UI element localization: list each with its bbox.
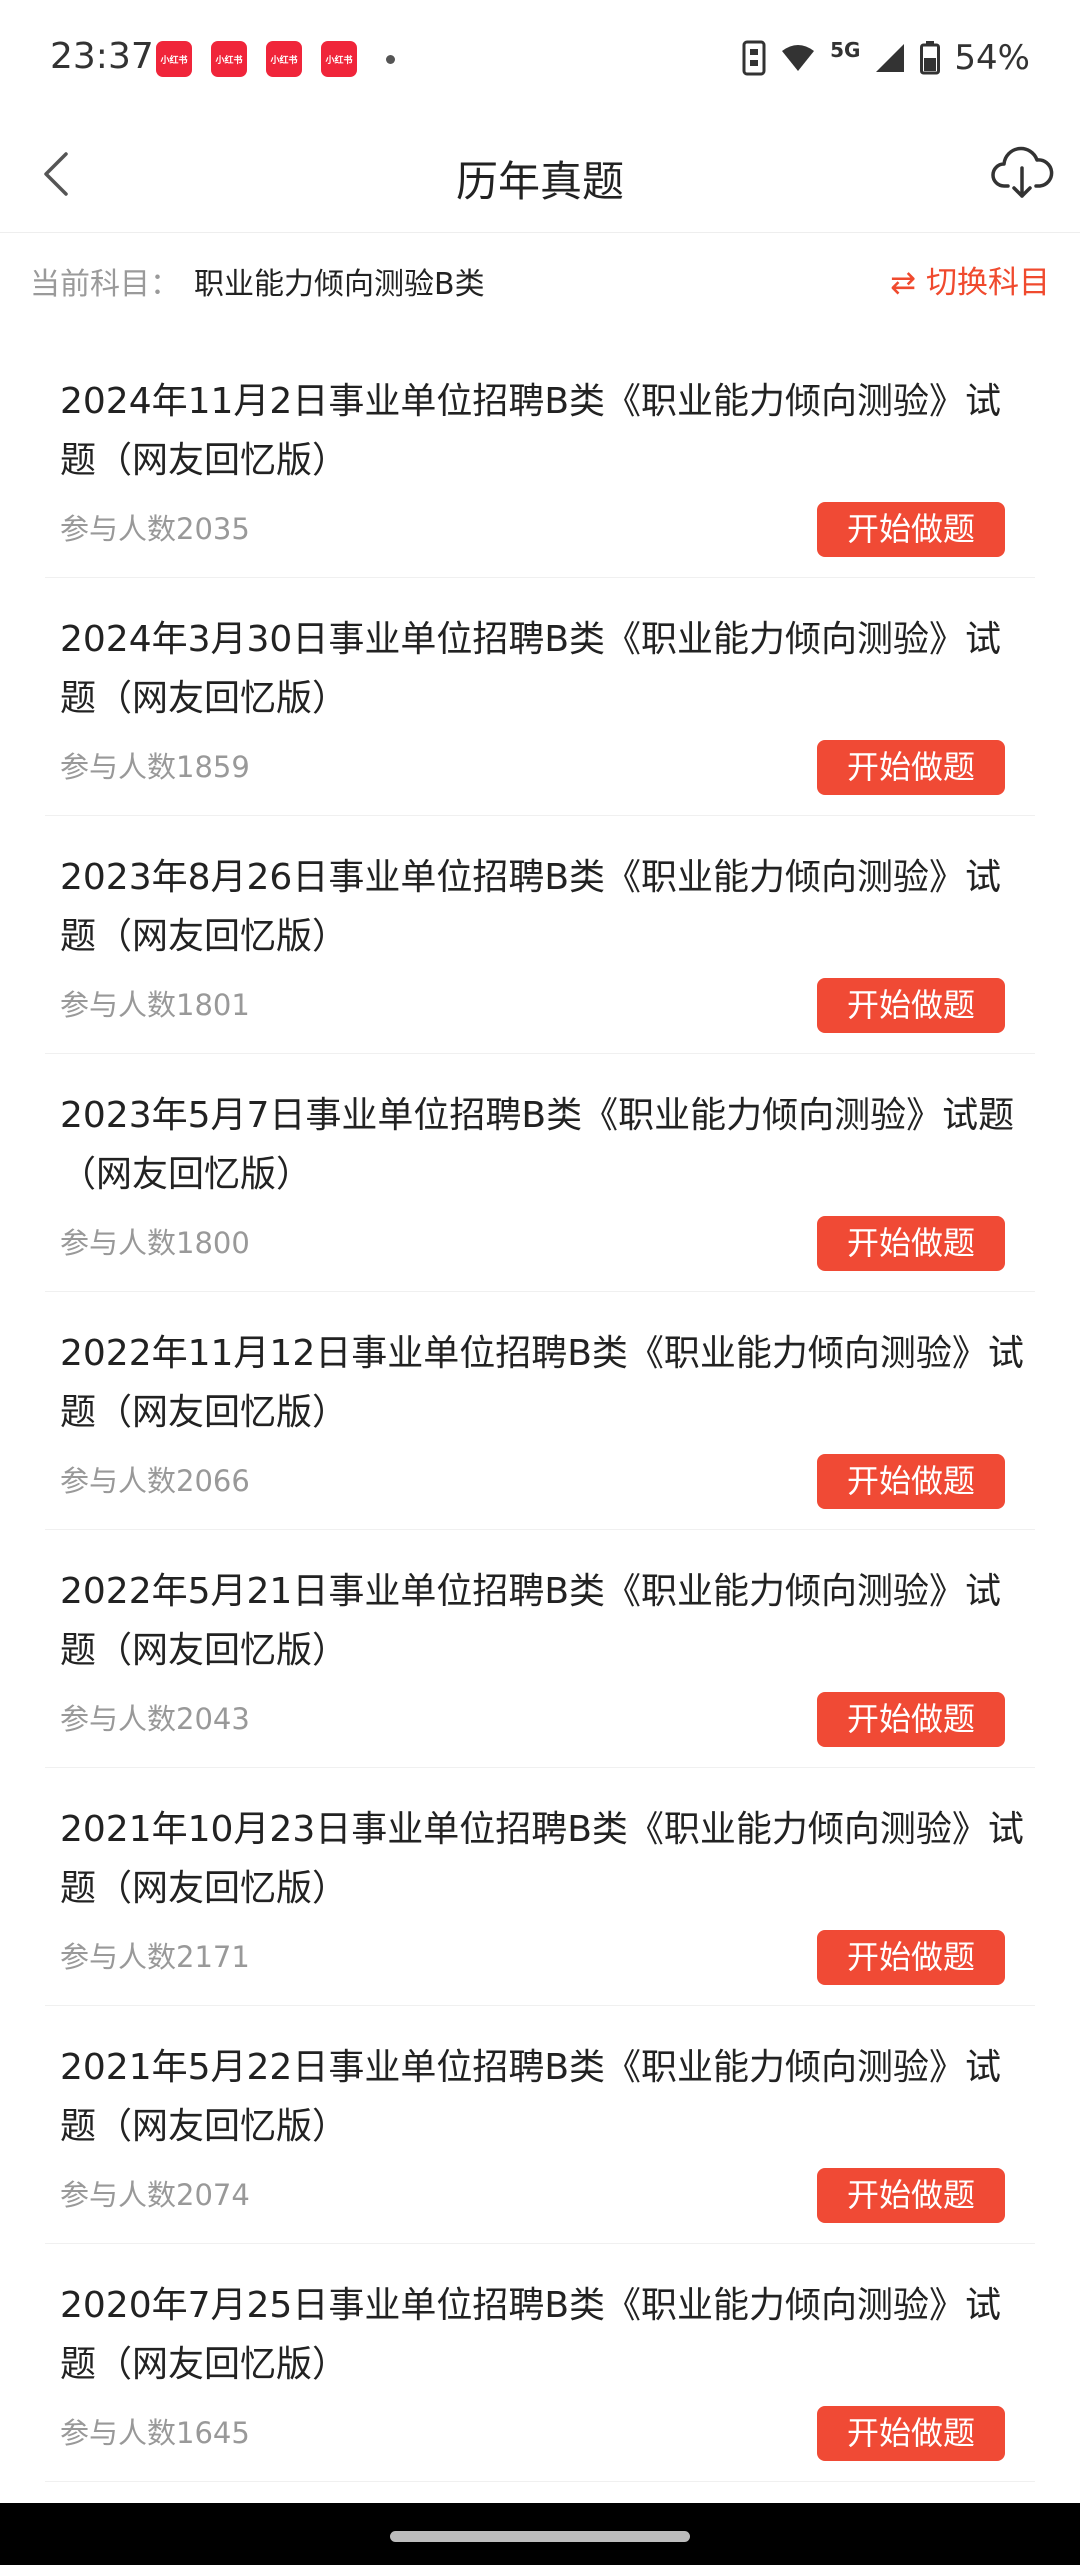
- notification-app-icon: 小红书: [321, 41, 357, 77]
- exam-title: 2023年5月7日事业单位招聘B类《职业能力倾向测验》试题（网友回忆版）: [60, 1095, 1015, 1195]
- notification-app-icon: 小红书: [156, 41, 192, 77]
- start-practice-button[interactable]: 开始做题: [817, 1692, 1005, 1747]
- system-navigation-bar: [0, 2503, 1080, 2565]
- exam-title: 2021年5月22日事业单位招聘B类《职业能力倾向测验》试题（网友回忆版）: [60, 2047, 1002, 2147]
- participant-count: 参与人数2074: [60, 2178, 250, 2212]
- battery-icon: [920, 41, 941, 75]
- page-title: 历年真题: [455, 157, 624, 206]
- start-practice-button[interactable]: 开始做题: [817, 978, 1005, 1033]
- list-item[interactable]: 2022年5月21日事业单位招聘B类《职业能力倾向测验》试题（网友回忆版） 参与…: [45, 1530, 1035, 1768]
- list-item[interactable]: 2023年8月26日事业单位招聘B类《职业能力倾向测验》试题（网友回忆版） 参与…: [45, 816, 1035, 1054]
- participant-count: 参与人数1801: [60, 988, 250, 1022]
- list-item[interactable]: 2024年11月2日事业单位招聘B类《职业能力倾向测验》试题（网友回忆版） 参与…: [45, 340, 1035, 578]
- notification-icons: 小红书 小红书 小红书 小红书: [156, 41, 395, 77]
- list-item[interactable]: 2024年3月30日事业单位招聘B类《职业能力倾向测验》试题（网友回忆版） 参与…: [45, 578, 1035, 816]
- exam-title: 2022年5月21日事业单位招聘B类《职业能力倾向测验》试题（网友回忆版）: [60, 1571, 1002, 1671]
- participant-count: 参与人数2035: [60, 512, 250, 546]
- start-practice-button[interactable]: 开始做题: [817, 1454, 1005, 1509]
- exam-list: 2024年11月2日事业单位招聘B类《职业能力倾向测验》试题（网友回忆版） 参与…: [45, 340, 1035, 2482]
- participant-count: 参与人数2171: [60, 1940, 250, 1974]
- start-practice-button[interactable]: 开始做题: [817, 1930, 1005, 1985]
- start-practice-button[interactable]: 开始做题: [817, 2406, 1005, 2461]
- subject-value: 职业能力倾向测验B类: [194, 267, 485, 302]
- list-item[interactable]: 2021年5月22日事业单位招聘B类《职业能力倾向测验》试题（网友回忆版） 参与…: [45, 2006, 1035, 2244]
- notification-app-icon: 小红书: [266, 41, 302, 77]
- wifi-icon: [782, 45, 815, 71]
- battery-percent: 54%: [954, 38, 1030, 78]
- participant-count: 参与人数1800: [60, 1226, 250, 1260]
- notification-app-icon: 小红书: [211, 41, 247, 77]
- exam-title: 2024年3月30日事业单位招聘B类《职业能力倾向测验》试题（网友回忆版）: [60, 619, 1002, 719]
- subject-label: 当前科目：: [30, 267, 180, 302]
- exam-title: 2024年11月2日事业单位招聘B类《职业能力倾向测验》试题（网友回忆版）: [60, 381, 1002, 481]
- subject-row: 当前科目： 职业能力倾向测验B类 ⇄ 切换科目: [0, 233, 1080, 323]
- signal-icon: [876, 44, 905, 72]
- nav-header: 历年真题: [0, 120, 1080, 233]
- more-notifications-dot-icon: [386, 54, 395, 64]
- list-item[interactable]: 2021年10月23日事业单位招聘B类《职业能力倾向测验》试题（网友回忆版） 参…: [45, 1768, 1035, 2006]
- network-type: 5G: [830, 38, 861, 62]
- cloud-download-icon[interactable]: [990, 140, 1054, 204]
- list-item[interactable]: 2023年5月7日事业单位招聘B类《职业能力倾向测验》试题（网友回忆版） 参与人…: [45, 1054, 1035, 1292]
- start-practice-button[interactable]: 开始做题: [817, 2168, 1005, 2223]
- participant-count: 参与人数1645: [60, 2416, 250, 2450]
- exam-title: 2020年7月25日事业单位招聘B类《职业能力倾向测验》试题（网友回忆版）: [60, 2285, 1002, 2385]
- exam-title: 2022年11月12日事业单位招聘B类《职业能力倾向测验》试题（网友回忆版）: [60, 1333, 1024, 1433]
- participant-count: 参与人数1859: [60, 750, 250, 784]
- participant-count: 参与人数2066: [60, 1464, 250, 1498]
- start-practice-button[interactable]: 开始做题: [817, 502, 1005, 557]
- start-practice-button[interactable]: 开始做题: [817, 1216, 1005, 1271]
- participant-count: 参与人数2043: [60, 1702, 250, 1736]
- start-practice-button[interactable]: 开始做题: [817, 740, 1005, 795]
- list-item[interactable]: 2020年7月25日事业单位招聘B类《职业能力倾向测验》试题（网友回忆版） 参与…: [45, 2244, 1035, 2482]
- status-bar: 23:37 小红书 小红书 小红书 小红书 5G 54%: [0, 0, 1080, 120]
- status-right: 5G 54%: [742, 38, 1030, 78]
- switch-subject-button[interactable]: ⇄ 切换科目: [890, 257, 1050, 302]
- nfc-icon: [742, 40, 766, 76]
- exam-title: 2021年10月23日事业单位招聘B类《职业能力倾向测验》试题（网友回忆版）: [60, 1809, 1024, 1909]
- status-time: 23:37: [50, 36, 154, 77]
- exam-title: 2023年8月26日事业单位招聘B类《职业能力倾向测验》试题（网友回忆版）: [60, 857, 1002, 957]
- home-gesture-handle[interactable]: [390, 2531, 690, 2542]
- list-item[interactable]: 2022年11月12日事业单位招聘B类《职业能力倾向测验》试题（网友回忆版） 参…: [45, 1292, 1035, 1530]
